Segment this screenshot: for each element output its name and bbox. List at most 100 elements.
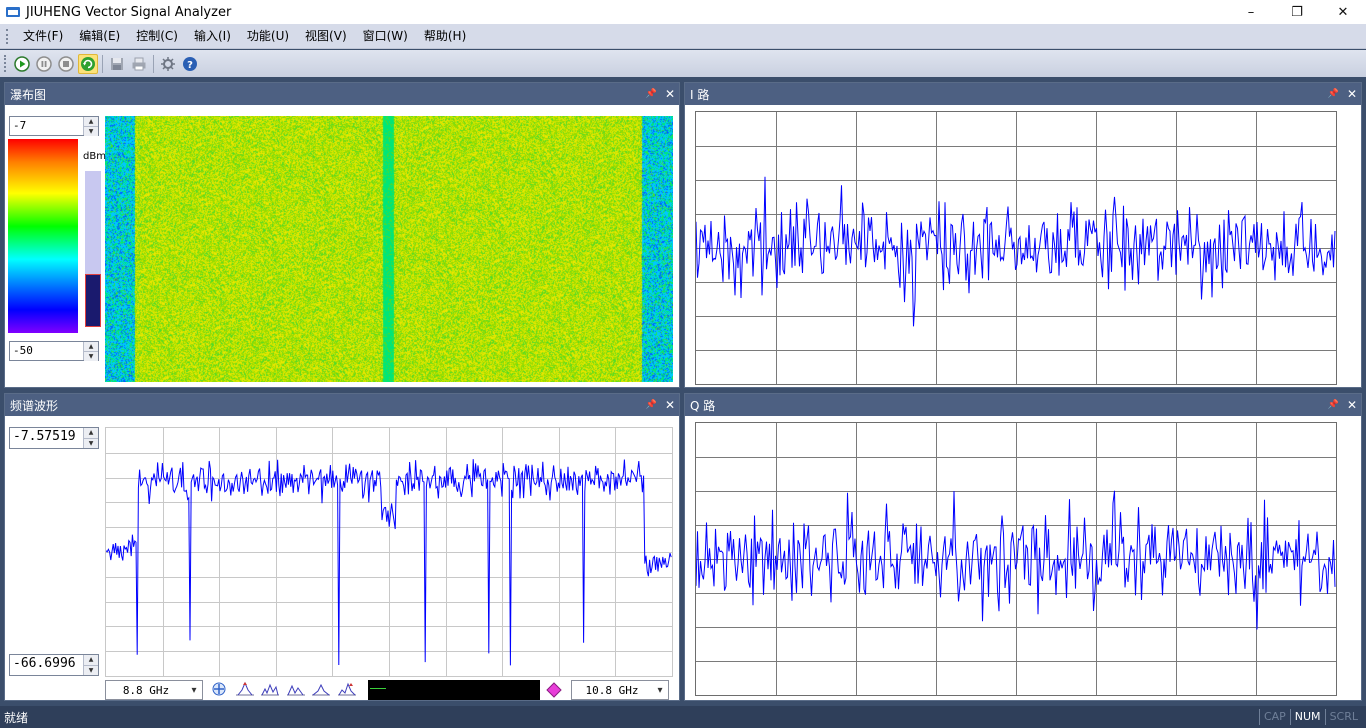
- spin-down-icon[interactable]: ▼: [84, 126, 98, 136]
- i-channel-panel-header: I 路 📌 ✕: [685, 83, 1361, 105]
- marker-diamond-icon[interactable]: [546, 682, 562, 698]
- spectrum-max-spinbox[interactable]: -7.57519 ▲ ▼: [9, 427, 99, 449]
- signal-trace: [106, 459, 672, 666]
- status-bar: 就绪 CAP NUM SCRL: [0, 706, 1366, 728]
- toolbar-separator: [153, 54, 154, 73]
- help-icon[interactable]: ?: [180, 54, 200, 74]
- menu-bar: 文件(F) 编辑(E) 控制(C) 输入(I) 功能(U) 视图(V) 窗口(W…: [0, 24, 1366, 49]
- spectrum-max-value[interactable]: -7.57519: [10, 428, 83, 448]
- toolbar-grip[interactable]: [4, 55, 7, 72]
- marker-right-icon[interactable]: [311, 681, 331, 697]
- menu-input[interactable]: 输入(I): [186, 24, 239, 49]
- minimize-button[interactable]: –: [1228, 0, 1274, 24]
- chevron-down-icon[interactable]: ▾: [186, 685, 202, 696]
- pause-icon[interactable]: [34, 54, 54, 74]
- q-channel-chart: [696, 423, 1336, 695]
- spin-up-icon[interactable]: ▲: [84, 342, 98, 351]
- play-icon[interactable]: [12, 54, 32, 74]
- i-channel-panel-title: I 路: [690, 87, 710, 102]
- pin-icon[interactable]: 📌: [646, 83, 657, 105]
- i-channel-plot[interactable]: [695, 111, 1337, 385]
- desktop-strip: [0, 77, 1366, 81]
- spectrum-min-value[interactable]: -66.6996: [10, 655, 83, 675]
- close-panel-button[interactable]: ✕: [665, 83, 675, 105]
- title-bar: JIUHENG Vector Signal Analyzer – ❐ ✕: [0, 0, 1366, 24]
- chevron-down-icon[interactable]: ▾: [652, 685, 668, 696]
- settings-icon[interactable]: [158, 54, 178, 74]
- waterfall-panel-header: 瀑布图 📌 ✕: [5, 83, 679, 105]
- marker-line-indicator: [370, 688, 386, 689]
- menu-help[interactable]: 帮助(H): [416, 24, 474, 49]
- q-channel-panel-header: Q 路 📌 ✕: [685, 394, 1361, 416]
- menubar-grip[interactable]: [6, 28, 9, 44]
- q-channel-panel: Q 路 📌 ✕: [684, 393, 1362, 701]
- unit-label: dBm: [83, 151, 106, 162]
- spin-down-icon[interactable]: ▼: [84, 437, 98, 448]
- spectrum-panel-title: 频谱波形: [10, 398, 59, 413]
- marker-next-icon[interactable]: [260, 681, 280, 697]
- pin-icon[interactable]: 📌: [646, 394, 657, 416]
- spectrum-panel: 频谱波形 📌 ✕ -7.57519 ▲ ▼ -66.6996 ▲ ▼: [4, 393, 680, 701]
- menu-edit[interactable]: 编辑(E): [71, 24, 128, 49]
- close-panel-button[interactable]: ✕: [1347, 83, 1357, 105]
- zoom-fit-icon[interactable]: [209, 681, 229, 697]
- caps-lock-indicator: CAP: [1258, 709, 1290, 725]
- q-channel-panel-body: [685, 416, 1361, 700]
- waterfall-panel-body: -7 ▲ ▼ dBm -50 ▲ ▼: [5, 105, 679, 387]
- window-title: JIUHENG Vector Signal Analyzer: [26, 4, 232, 20]
- close-panel-button[interactable]: ✕: [1347, 394, 1357, 416]
- stop-icon[interactable]: [56, 54, 76, 74]
- spectrum-plot[interactable]: [105, 427, 673, 677]
- stop-frequency-select[interactable]: 10.8 GHz ▾: [571, 680, 669, 700]
- menu-view[interactable]: 视图(V): [297, 24, 355, 49]
- status-indicators: CAP NUM SCRL: [1258, 706, 1362, 728]
- start-frequency-value: 8.8 GHz: [122, 683, 170, 697]
- spin-down-icon[interactable]: ▼: [84, 351, 98, 361]
- menu-file[interactable]: 文件(F): [15, 24, 71, 49]
- i-channel-panel-body: [685, 105, 1361, 387]
- pin-icon[interactable]: 📌: [1328, 394, 1339, 416]
- waterfall-max-spinbox[interactable]: -7 ▲ ▼: [9, 116, 99, 136]
- spectrum-chart: [106, 428, 672, 676]
- menu-window[interactable]: 窗口(W): [355, 24, 416, 49]
- waterfall-panel-title: 瀑布图: [10, 87, 47, 102]
- app-icon: [6, 7, 20, 17]
- menu-function[interactable]: 功能(U): [239, 24, 297, 49]
- q-channel-panel-title: Q 路: [690, 398, 716, 413]
- refresh-icon[interactable]: [78, 53, 98, 74]
- restore-button[interactable]: ❐: [1274, 0, 1320, 24]
- svg-text:?: ?: [187, 60, 193, 71]
- marker-delta-icon[interactable]: [337, 681, 357, 697]
- marker-left-icon[interactable]: [286, 681, 306, 697]
- level-indicator-fill: [85, 274, 101, 327]
- spin-down-icon[interactable]: ▼: [84, 664, 98, 675]
- pin-icon[interactable]: 📌: [1328, 83, 1339, 105]
- save-icon[interactable]: [107, 54, 127, 74]
- stop-frequency-value: 10.8 GHz: [585, 683, 639, 697]
- marker-readout-display: [368, 680, 540, 700]
- i-channel-panel: I 路 📌 ✕: [684, 82, 1362, 388]
- waterfall-display[interactable]: [105, 116, 673, 382]
- spin-up-icon[interactable]: ▲: [84, 655, 98, 665]
- spectrum-panel-body: -7.57519 ▲ ▼ -66.6996 ▲ ▼: [5, 416, 679, 700]
- marker-peak-icon[interactable]: [235, 681, 255, 697]
- signal-trace: [696, 176, 1336, 327]
- spectrum-panel-header: 频谱波形 📌 ✕: [5, 394, 679, 416]
- spin-up-icon[interactable]: ▲: [84, 428, 98, 438]
- spectrum-min-spinbox[interactable]: -66.6996 ▲ ▼: [9, 654, 99, 676]
- i-channel-chart: [696, 112, 1336, 384]
- status-text: 就绪: [4, 710, 29, 725]
- waterfall-max-value[interactable]: -7: [10, 117, 83, 135]
- waterfall-panel: 瀑布图 📌 ✕ -7 ▲ ▼ dBm -50 ▲ ▼: [4, 82, 680, 388]
- q-channel-plot[interactable]: [695, 422, 1337, 696]
- start-frequency-select[interactable]: 8.8 GHz ▾: [105, 680, 203, 700]
- waterfall-min-value[interactable]: -50: [10, 342, 83, 360]
- menu-control[interactable]: 控制(C): [128, 24, 186, 49]
- spin-up-icon[interactable]: ▲: [84, 117, 98, 126]
- waterfall-min-spinbox[interactable]: -50 ▲ ▼: [9, 341, 99, 361]
- close-window-button[interactable]: ✕: [1320, 0, 1366, 24]
- close-panel-button[interactable]: ✕: [665, 394, 675, 416]
- print-icon[interactable]: [129, 54, 149, 74]
- num-lock-indicator: NUM: [1289, 709, 1325, 725]
- toolbar: ?: [0, 50, 1366, 77]
